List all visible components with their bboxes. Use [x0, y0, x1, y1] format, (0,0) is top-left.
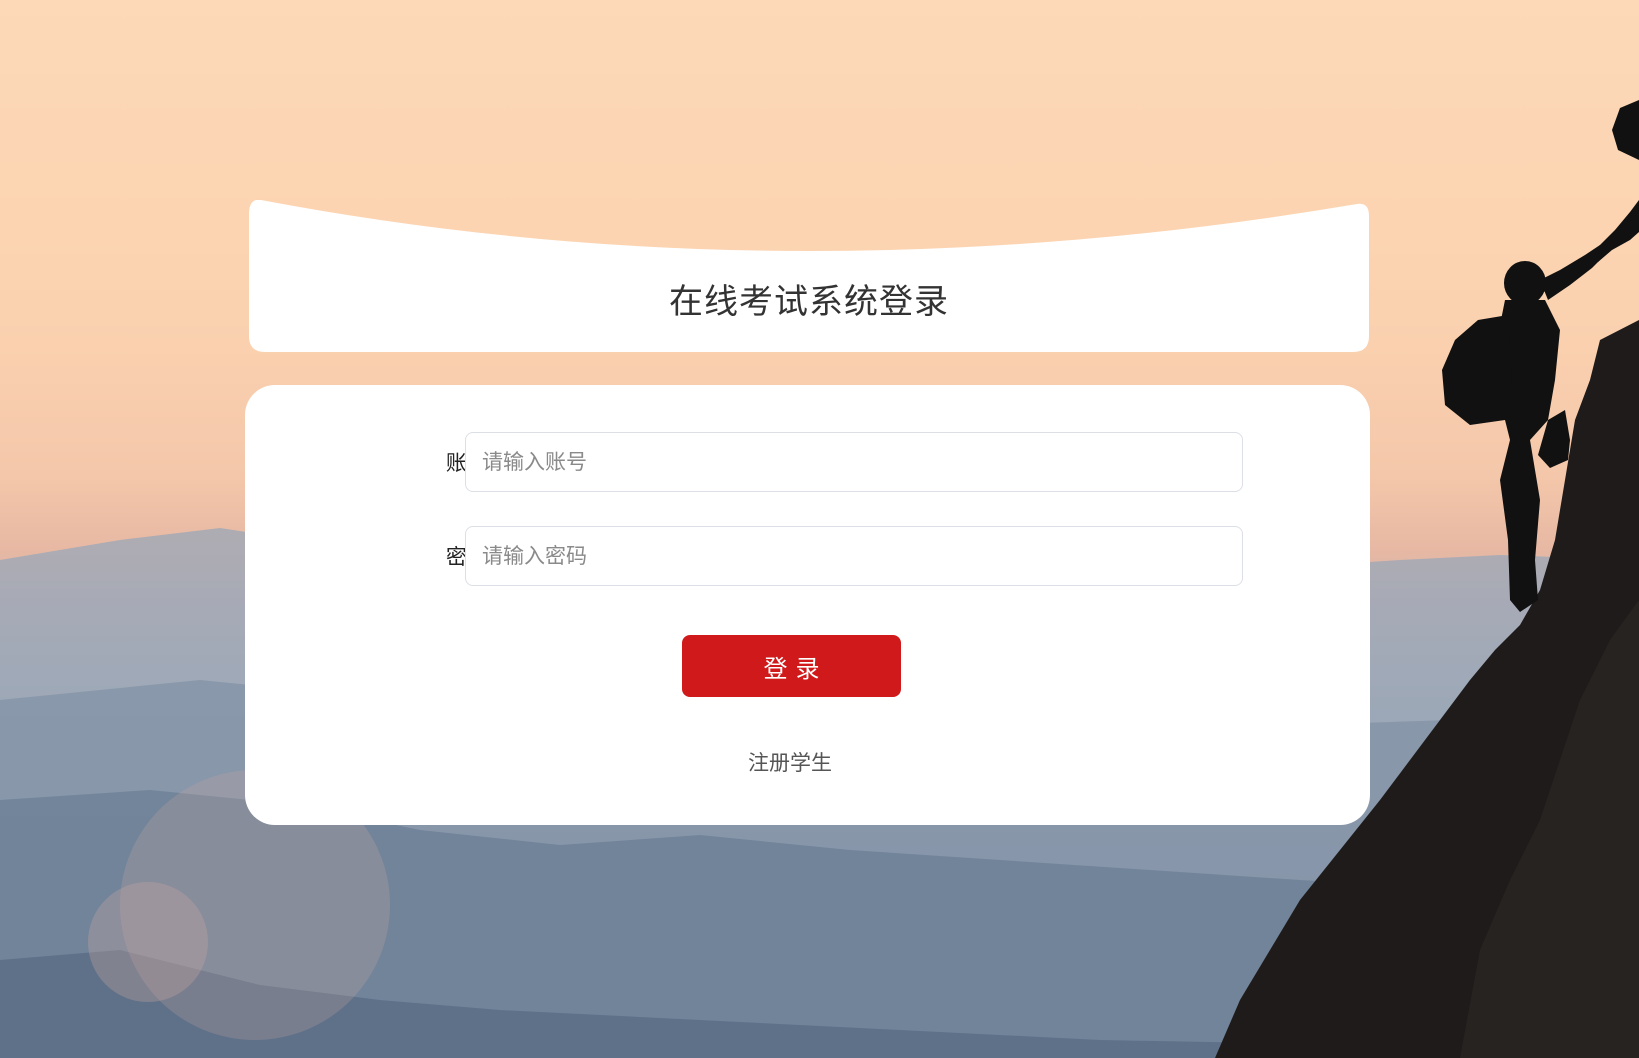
- account-input[interactable]: [465, 432, 1243, 492]
- login-form-card: 账号: 密码: 登录 注册学生: [245, 385, 1370, 825]
- account-row: 账号:: [245, 432, 1370, 494]
- login-button[interactable]: 登录: [682, 635, 901, 697]
- password-input[interactable]: [465, 526, 1243, 586]
- login-page: 在线考试系统登录 账号: 密码: 登录 注册学生: [0, 0, 1639, 1058]
- password-row: 密码:: [245, 526, 1370, 588]
- page-title: 在线考试系统登录: [669, 282, 949, 322]
- register-student-link[interactable]: 注册学生: [245, 747, 1335, 777]
